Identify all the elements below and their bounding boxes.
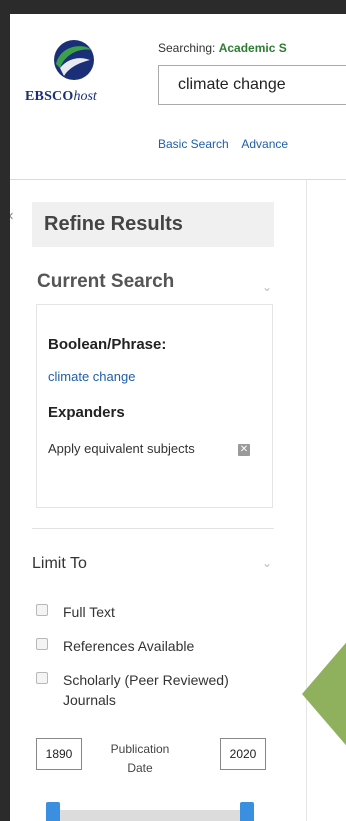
advanced-search-link[interactable]: Advance xyxy=(241,137,288,151)
full-text-checkbox[interactable] xyxy=(36,604,48,616)
slider-handle-start[interactable] xyxy=(46,802,60,821)
ebsco-window: EBSCOhost Searching: Academic S Basic Se… xyxy=(10,14,346,821)
scholarly-label-line2[interactable]: Journals xyxy=(63,690,116,710)
searching-label: Searching: Academic S xyxy=(158,41,287,55)
refine-results-title: Refine Results xyxy=(32,202,274,247)
header: EBSCOhost Searching: Academic S Basic Se… xyxy=(10,14,346,180)
collapse-x-icon[interactable]: ✕ xyxy=(10,210,14,223)
search-mode-links: Basic Search Advance xyxy=(158,137,298,151)
database-name[interactable]: Academic S xyxy=(219,41,287,55)
boolean-phrase-value[interactable]: climate change xyxy=(48,369,135,384)
slider-handle-end[interactable] xyxy=(240,802,254,821)
chevron-down-icon[interactable]: ⌄ xyxy=(262,556,272,570)
search-input[interactable] xyxy=(158,65,346,105)
publication-date-slider-range xyxy=(56,810,244,821)
publication-date-to[interactable] xyxy=(220,738,266,770)
current-search-box: Boolean/Phrase: climate change Expanders… xyxy=(36,304,273,508)
pointer-arrow-icon xyxy=(302,630,346,758)
references-available-checkbox[interactable] xyxy=(36,638,48,650)
chevron-down-icon[interactable]: ⌄ xyxy=(262,280,272,294)
expanders-label: Expanders xyxy=(48,404,125,421)
ebsco-logo-icon xyxy=(54,40,94,80)
references-available-label[interactable]: References Available xyxy=(63,636,194,656)
publication-date-label: Publication Date xyxy=(110,742,170,775)
full-text-label[interactable]: Full Text xyxy=(63,602,115,622)
limit-to-title[interactable]: Limit To xyxy=(32,555,87,573)
current-search-title[interactable]: Current Search xyxy=(37,271,174,293)
scholarly-checkbox[interactable] xyxy=(36,672,48,684)
ebsco-logo-text[interactable]: EBSCOhost xyxy=(25,89,97,105)
remove-x-icon[interactable]: ✕ xyxy=(238,444,250,456)
divider xyxy=(32,528,274,529)
boolean-phrase-label: Boolean/Phrase: xyxy=(48,336,167,353)
basic-search-link[interactable]: Basic Search xyxy=(158,137,229,151)
refine-results-panel: ✕ Refine Results Current Search ⌄ Boolea… xyxy=(10,180,306,821)
publication-date-from[interactable] xyxy=(36,738,82,770)
scholarly-label[interactable]: Scholarly (Peer Reviewed) xyxy=(63,670,229,690)
expander-value: Apply equivalent subjects xyxy=(48,441,195,456)
